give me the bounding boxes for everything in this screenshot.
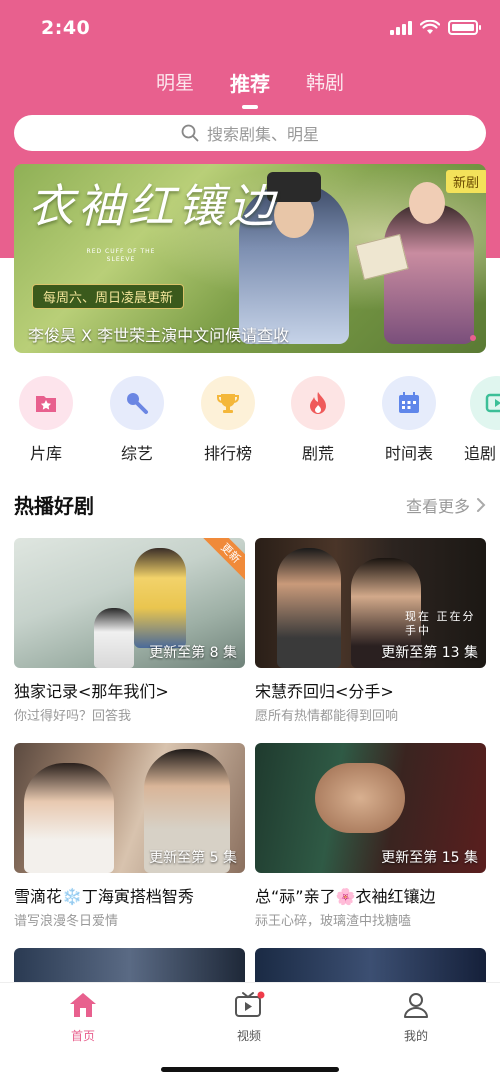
episode-label: 更新至第 13 集 bbox=[381, 645, 478, 661]
trophy-icon bbox=[201, 376, 255, 430]
thumbnail-figure bbox=[277, 548, 341, 668]
fire-icon bbox=[291, 376, 345, 430]
quick-link-variety[interactable]: 综艺 bbox=[104, 376, 170, 464]
drama-title: 雪滴花❄️丁海寅搭档智秀 bbox=[14, 887, 194, 906]
quick-links: 片库 综艺 排行榜 剧荒 时间表 追剧 bbox=[0, 376, 500, 466]
drama-thumbnail: 更新至第 5 集 bbox=[14, 743, 245, 873]
quick-link-drama-drought[interactable]: 剧荒 bbox=[285, 376, 351, 464]
drama-subtitle: 祘王心碎，玻璃渣中找糖嗑 bbox=[255, 914, 412, 929]
drama-thumbnail bbox=[14, 948, 245, 982]
home-icon bbox=[70, 993, 96, 1017]
status-time: 2:40 bbox=[41, 17, 91, 39]
quick-link-label: 剧荒 bbox=[301, 444, 334, 463]
tabbar-label: 首页 bbox=[70, 1029, 95, 1043]
search-input[interactable]: 搜索剧集、明星 bbox=[14, 115, 486, 151]
tabbar-label: 我的 bbox=[403, 1029, 428, 1043]
see-more-label: 查看更多 bbox=[405, 497, 470, 516]
profile-icon bbox=[404, 993, 428, 1018]
microphone-icon bbox=[110, 376, 164, 430]
tabbar-video[interactable]: 视频 bbox=[209, 991, 289, 1044]
tabbar-label: 视频 bbox=[236, 1029, 261, 1043]
home-indicator bbox=[161, 1067, 339, 1072]
star-folder-icon bbox=[19, 376, 73, 430]
tv-icon bbox=[235, 991, 265, 1017]
new-drama-badge: 新剧 bbox=[445, 170, 486, 193]
drama-card[interactable]: 现在 正在分手中 更新至第 13 集 宋慧乔回归<分手> 愿所有热情都能得到回响 bbox=[255, 538, 486, 724]
episode-label: 更新至第 8 集 bbox=[149, 645, 237, 661]
top-tabs: 明星 推荐 韩剧 bbox=[0, 68, 500, 109]
drama-card[interactable]: 更新至第 15 集 总“祘”亲了🌸衣袖红镶边 祘王心碎，玻璃渣中找糖嗑 bbox=[255, 743, 486, 929]
drama-subtitle: 你过得好吗？回答我 bbox=[14, 709, 132, 724]
banner-figure-woman bbox=[384, 204, 474, 344]
section-title: 热播好剧 bbox=[14, 494, 94, 518]
drama-card[interactable] bbox=[255, 948, 486, 982]
quick-link-label: 追剧 bbox=[464, 444, 497, 463]
quick-link-follow[interactable]: 追剧 bbox=[464, 376, 500, 464]
carousel-indicator bbox=[470, 335, 476, 341]
drama-thumbnail bbox=[255, 948, 486, 982]
calendar-icon bbox=[382, 376, 436, 430]
thumbnail-hand bbox=[315, 763, 405, 833]
status-bar: 2:40 bbox=[0, 0, 500, 60]
search-icon bbox=[181, 124, 199, 142]
drama-title: 独家记录<那年我们> bbox=[14, 682, 169, 701]
banner-schedule: 每周六、周日凌晨更新 bbox=[32, 284, 185, 309]
banner-title: 衣袖红镶边 bbox=[28, 179, 278, 233]
wifi-icon bbox=[420, 20, 440, 34]
see-more-link[interactable]: 查看更多 bbox=[406, 493, 486, 517]
banner-subtitle: RED CUFF OF THE SLEEVE bbox=[86, 248, 156, 263]
tab-korean-drama[interactable]: 韩剧 bbox=[306, 68, 344, 109]
signal-icon bbox=[390, 20, 412, 35]
episode-label: 更新至第 5 集 bbox=[149, 850, 237, 866]
play-screen-icon bbox=[470, 376, 500, 430]
thumbnail-text: 现在 正在分手中 bbox=[405, 610, 476, 637]
battery-icon bbox=[448, 20, 481, 35]
update-tag: 更新 bbox=[202, 538, 245, 582]
tab-stars[interactable]: 明星 bbox=[156, 68, 194, 109]
drama-card[interactable]: 更新 更新至第 8 集 独家记录<那年我们> 你过得好吗？回答我 bbox=[14, 538, 245, 724]
thumbnail-figure bbox=[134, 548, 186, 648]
thumbnail-figure bbox=[94, 608, 134, 668]
search-placeholder: 搜索剧集、明星 bbox=[206, 125, 319, 144]
quick-link-label: 时间表 bbox=[384, 444, 433, 463]
drama-title: 宋慧乔回归<分手> bbox=[255, 682, 394, 701]
quick-link-ranking[interactable]: 排行榜 bbox=[195, 376, 261, 464]
drama-subtitle: 愿所有热情都能得到回响 bbox=[255, 709, 399, 724]
drama-card[interactable]: 更新至第 5 集 雪滴花❄️丁海寅搭档智秀 谱写浪漫冬日爱情 bbox=[14, 743, 245, 929]
tab-recommend[interactable]: 推荐 bbox=[230, 68, 270, 109]
drama-thumbnail: 现在 正在分手中 更新至第 13 集 bbox=[255, 538, 486, 668]
drama-card[interactable] bbox=[14, 948, 245, 982]
tabbar-home[interactable]: 首页 bbox=[43, 991, 123, 1044]
hero-banner[interactable]: 衣袖红镶边 RED CUFF OF THE SLEEVE 每周六、周日凌晨更新 … bbox=[14, 164, 486, 353]
banner-figure-woman-face bbox=[409, 182, 445, 224]
episode-label: 更新至第 15 集 bbox=[381, 850, 478, 866]
quick-link-schedule[interactable]: 时间表 bbox=[376, 376, 442, 464]
drama-title: 总“祘”亲了🌸衣袖红镶边 bbox=[255, 887, 436, 906]
drama-thumbnail: 更新至第 15 集 bbox=[255, 743, 486, 873]
tabbar-profile[interactable]: 我的 bbox=[376, 991, 456, 1044]
chevron-right-icon bbox=[477, 498, 486, 512]
drama-subtitle: 谱写浪漫冬日爱情 bbox=[14, 914, 119, 929]
thumbnail-figure bbox=[24, 763, 114, 873]
banner-caption: 李俊昊 X 李世荣主演中文问候请查收 bbox=[28, 326, 290, 345]
quick-link-label: 片库 bbox=[29, 444, 62, 463]
drama-thumbnail: 更新 更新至第 8 集 bbox=[14, 538, 245, 668]
quick-link-label: 综艺 bbox=[120, 444, 153, 463]
quick-link-library[interactable]: 片库 bbox=[13, 376, 79, 464]
status-icons bbox=[390, 20, 481, 35]
quick-link-label: 排行榜 bbox=[203, 444, 252, 463]
hot-drama-section-header: 热播好剧 查看更多 bbox=[14, 490, 486, 518]
